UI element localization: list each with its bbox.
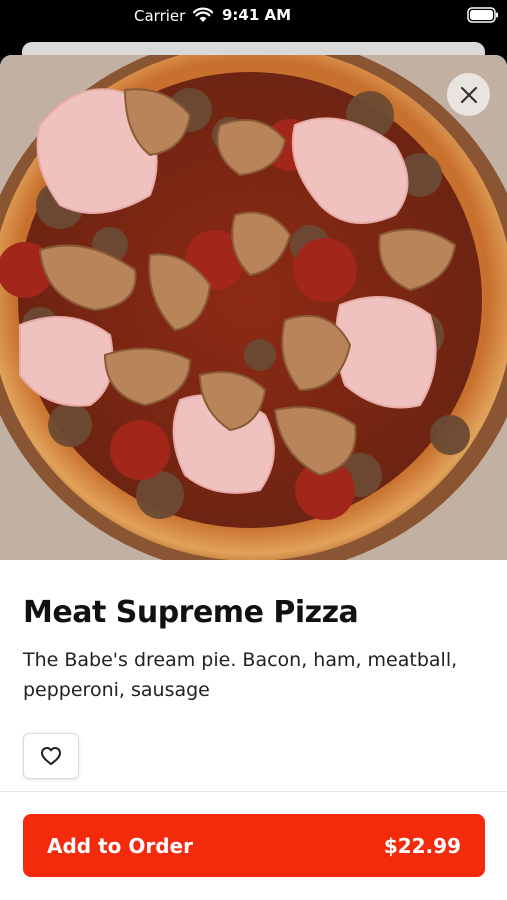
close-icon xyxy=(460,86,477,103)
add-to-order-button[interactable]: Add to Order $22.99 xyxy=(23,814,485,877)
battery-icon xyxy=(467,7,498,23)
product-title: Meat Supreme Pizza xyxy=(23,595,359,630)
close-button[interactable] xyxy=(447,73,490,116)
price-label: $22.99 xyxy=(383,833,461,858)
favorite-button[interactable] xyxy=(23,733,79,779)
heart-icon xyxy=(41,747,61,765)
product-sheet: Meat Supreme Pizza The Babe's dream pie.… xyxy=(0,55,507,900)
product-description: The Babe's dream pie. Bacon, ham, meatba… xyxy=(23,649,458,701)
clock: 9:41 AM xyxy=(222,6,292,24)
add-to-order-label: Add to Order xyxy=(47,833,193,858)
wifi-icon xyxy=(193,7,213,22)
pizza-photo xyxy=(0,55,507,560)
status-bar: Carrier 9:41 AM xyxy=(0,0,507,32)
carrier-label: Carrier xyxy=(134,7,186,25)
divider xyxy=(0,791,507,792)
